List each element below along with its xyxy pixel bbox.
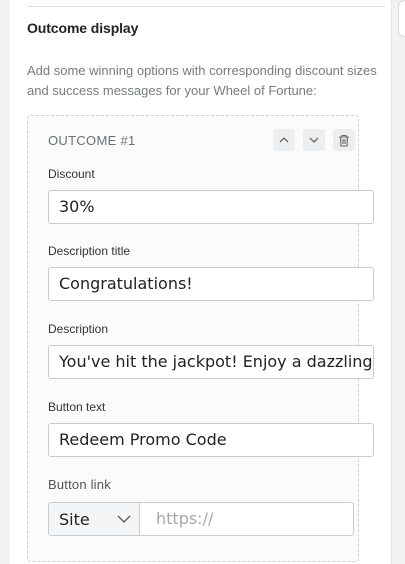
button-link-label: Button link xyxy=(48,477,111,492)
section-title: Outcome display xyxy=(27,20,139,36)
chevron-down-icon xyxy=(117,515,131,523)
description-input[interactable]: You've hit the jackpot! Enjoy a dazzling xyxy=(48,345,374,379)
button-link-url-input[interactable]: https:// xyxy=(140,503,353,535)
trash-icon xyxy=(339,134,349,147)
delete-outcome-button[interactable] xyxy=(333,129,355,151)
link-type-value: Site xyxy=(59,509,90,529)
chevron-up-icon xyxy=(279,137,289,143)
discount-label: Discount xyxy=(48,167,95,181)
description-title-label: Description title xyxy=(48,244,131,258)
button-text-label: Button text xyxy=(48,400,106,414)
move-up-button[interactable] xyxy=(273,129,295,151)
adjacent-panel-edge xyxy=(398,0,405,37)
settings-panel: Outcome display Add some winning options… xyxy=(10,0,392,564)
button-text-input[interactable]: Redeem Promo Code xyxy=(48,423,374,457)
outcome-header: OUTCOME #1 xyxy=(48,133,136,148)
move-down-button[interactable] xyxy=(303,129,325,151)
button-link-group: Site https:// xyxy=(48,502,354,536)
link-type-select[interactable]: Site xyxy=(49,503,140,535)
description-title-input[interactable]: Congratulations! xyxy=(48,267,374,301)
description-label: Description xyxy=(48,322,109,336)
divider xyxy=(27,6,385,7)
discount-input[interactable]: 30% xyxy=(48,190,374,224)
chevron-down-icon xyxy=(309,137,319,143)
section-description: Add some winning options with correspond… xyxy=(27,63,377,98)
outcome-card: OUTCOME #1 Discount 30% Description titl… xyxy=(27,115,374,562)
